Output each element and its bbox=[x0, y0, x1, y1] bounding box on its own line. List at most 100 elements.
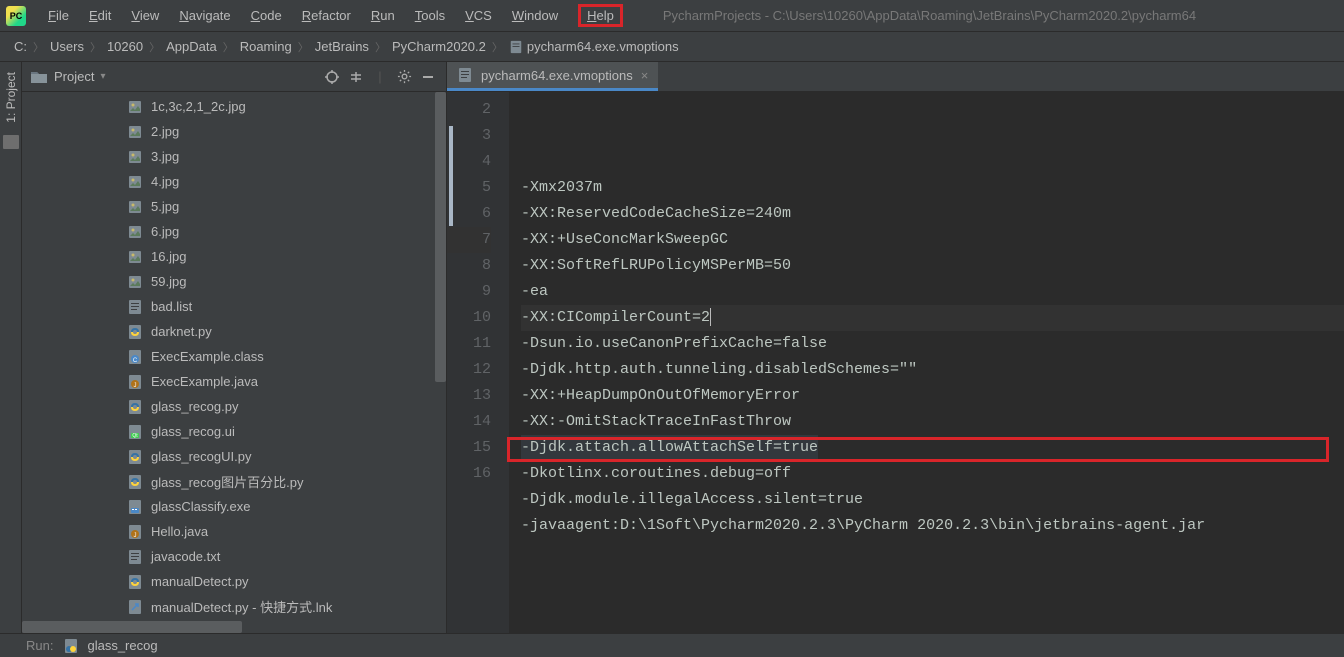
project-tool-tab[interactable]: 1: Project bbox=[4, 68, 18, 127]
menu-refactor[interactable]: Refactor bbox=[292, 4, 361, 27]
tree-item[interactable]: 16.jpg bbox=[22, 244, 446, 269]
code-line[interactable]: -Djdk.attach.allowAttachSelf=true bbox=[521, 435, 1344, 461]
tree-item[interactable]: glassClassify.exe bbox=[22, 494, 446, 519]
code-line[interactable]: -javaagent:D:\1Soft\Pycharm2020.2.3\PyCh… bbox=[521, 513, 1344, 539]
chevron-right-icon: 〉 bbox=[149, 39, 160, 55]
tree-item[interactable]: darknet.py bbox=[22, 319, 446, 344]
breadcrumb-item[interactable]: pycharm64.exe.vmoptions bbox=[509, 39, 679, 54]
code-line[interactable]: -ea bbox=[521, 279, 1344, 305]
tree-item[interactable]: 4.jpg bbox=[22, 169, 446, 194]
scrollbar-thumb[interactable] bbox=[22, 621, 242, 633]
run-config[interactable]: glass_recog bbox=[63, 638, 157, 654]
chevron-right-icon: 〉 bbox=[90, 39, 101, 55]
locate-icon[interactable] bbox=[322, 67, 342, 87]
file-label: 6.jpg bbox=[151, 224, 179, 239]
editor-tabs: pycharm64.exe.vmoptions × bbox=[447, 62, 1344, 92]
code-line[interactable]: -XX:CICompilerCount=2 bbox=[521, 305, 1344, 331]
editor-area: pycharm64.exe.vmoptions × 23456789101112… bbox=[447, 62, 1344, 633]
menu-edit[interactable]: Edit bbox=[79, 4, 121, 27]
editor-body[interactable]: 2345678910111213141516 -Xmx2037m-XX:Rese… bbox=[447, 92, 1344, 633]
py-file-icon bbox=[127, 324, 143, 340]
breadcrumb-item[interactable]: Roaming bbox=[240, 39, 292, 54]
text-file-icon bbox=[509, 40, 523, 54]
tree-item[interactable]: 1c,3c,2,1_2c.jpg bbox=[22, 94, 446, 119]
expand-all-icon[interactable] bbox=[346, 67, 366, 87]
breadcrumb-item[interactable]: C: bbox=[14, 39, 27, 54]
code-line[interactable]: -XX:ReservedCodeCacheSize=240m bbox=[521, 201, 1344, 227]
hide-panel-icon[interactable] bbox=[418, 67, 438, 87]
editor-tab-label: pycharm64.exe.vmoptions bbox=[481, 68, 633, 83]
scrollbar-thumb[interactable] bbox=[435, 92, 446, 382]
py-file-icon bbox=[127, 399, 143, 415]
project-view-dropdown-icon[interactable]: ▾ bbox=[100, 71, 105, 82]
editor-code[interactable]: -Xmx2037m-XX:ReservedCodeCacheSize=240m-… bbox=[509, 92, 1344, 633]
tree-item[interactable]: manualDetect.py - 快捷方式.lnk bbox=[22, 594, 446, 619]
breadcrumb-item[interactable]: JetBrains bbox=[315, 39, 369, 54]
tree-item[interactable]: CExecExample.class bbox=[22, 344, 446, 369]
code-line[interactable] bbox=[521, 539, 1344, 565]
project-panel-title[interactable]: Project bbox=[54, 69, 94, 84]
tree-item[interactable]: glass_recogUI.py bbox=[22, 444, 446, 469]
tree-item[interactable]: glass_recog.py bbox=[22, 394, 446, 419]
code-line[interactable]: -Xmx2037m bbox=[521, 175, 1344, 201]
img-file-icon bbox=[127, 149, 143, 165]
tree-item[interactable]: JHello.java bbox=[22, 519, 446, 544]
file-label: 16.jpg bbox=[151, 249, 186, 264]
python-file-icon bbox=[63, 638, 79, 654]
menu-file[interactable]: File bbox=[38, 4, 79, 27]
file-label: 59.jpg bbox=[151, 274, 186, 289]
svg-text:C: C bbox=[133, 358, 138, 364]
tree-item[interactable]: 3.jpg bbox=[22, 144, 446, 169]
breadcrumb-item[interactable]: AppData bbox=[166, 39, 217, 54]
file-label: bad.list bbox=[151, 299, 192, 314]
menu-vcs[interactable]: VCS bbox=[455, 4, 502, 27]
breadcrumb-item[interactable]: Users bbox=[50, 39, 84, 54]
breadcrumb-item[interactable]: PyCharm2020.2 bbox=[392, 39, 486, 54]
run-tool-label[interactable]: Run: bbox=[26, 638, 53, 653]
editor-tab[interactable]: pycharm64.exe.vmoptions × bbox=[447, 62, 658, 91]
file-label: 4.jpg bbox=[151, 174, 179, 189]
tree-item[interactable]: Qtglass_recog.ui bbox=[22, 419, 446, 444]
tree-item[interactable]: bad.list bbox=[22, 294, 446, 319]
tree-item[interactable]: javacode.txt bbox=[22, 544, 446, 569]
editor-gutter: 2345678910111213141516 bbox=[447, 92, 509, 633]
line-number: 6 bbox=[447, 201, 491, 227]
menu-help[interactable]: Help bbox=[568, 4, 633, 27]
project-tree[interactable]: 1c,3c,2,1_2c.jpg2.jpg 3.jpg 4.jpg 5.jpg 6.jp… bbox=[22, 92, 446, 633]
file-label: 3.jpg bbox=[151, 149, 179, 164]
tree-item[interactable]: JExecExample.java bbox=[22, 369, 446, 394]
tree-item[interactable]: 6.jpg bbox=[22, 219, 446, 244]
tree-item[interactable]: 2.jpg bbox=[22, 119, 446, 144]
menu-code[interactable]: Code bbox=[241, 4, 292, 27]
menu-tools[interactable]: Tools bbox=[405, 4, 455, 27]
vertical-scrollbar[interactable] bbox=[435, 92, 446, 442]
code-line[interactable]: -XX:+HeapDumpOnOutOfMemoryError bbox=[521, 383, 1344, 409]
code-line[interactable]: -Djdk.http.auth.tunneling.disabledScheme… bbox=[521, 357, 1344, 383]
settings-gear-icon[interactable] bbox=[394, 67, 414, 87]
tree-item[interactable]: 59.jpg bbox=[22, 269, 446, 294]
line-number: 2 bbox=[447, 97, 491, 123]
menu-run[interactable]: Run bbox=[361, 4, 405, 27]
code-line[interactable]: -XX:+UseConcMarkSweepGC bbox=[521, 227, 1344, 253]
code-line[interactable]: -XX:SoftRefLRUPolicyMSPerMB=50 bbox=[521, 253, 1344, 279]
file-label: glass_recog.py bbox=[151, 399, 238, 414]
code-line[interactable]: -Dkotlinx.coroutines.debug=off bbox=[521, 461, 1344, 487]
file-label: glassClassify.exe bbox=[151, 499, 250, 514]
horizontal-scrollbar[interactable] bbox=[22, 621, 446, 633]
breadcrumb-item[interactable]: 10260 bbox=[107, 39, 143, 54]
tree-item[interactable]: glass_recog图片百分比.py bbox=[22, 469, 446, 494]
code-line[interactable]: -Dsun.io.useCanonPrefixCache=false bbox=[521, 331, 1344, 357]
menu-window[interactable]: Window bbox=[502, 4, 568, 27]
ui-file-icon: Qt bbox=[127, 424, 143, 440]
menu-bar: PC FileEditViewNavigateCodeRefactorRunTo… bbox=[0, 0, 1344, 32]
breadcrumb-bar: C:〉Users〉10260〉AppData〉Roaming〉JetBrains… bbox=[0, 32, 1344, 62]
tree-item[interactable]: 5.jpg bbox=[22, 194, 446, 219]
close-tab-icon[interactable]: × bbox=[641, 68, 649, 83]
menu-view[interactable]: View bbox=[121, 4, 169, 27]
code-line[interactable]: -XX:-OmitStackTraceInFastThrow bbox=[521, 409, 1344, 435]
code-line[interactable]: -Djdk.module.illegalAccess.silent=true bbox=[521, 487, 1344, 513]
structure-tool-icon[interactable] bbox=[3, 135, 19, 149]
menu-navigate[interactable]: Navigate bbox=[169, 4, 240, 27]
img-file-icon bbox=[127, 249, 143, 265]
tree-item[interactable]: manualDetect.py bbox=[22, 569, 446, 594]
